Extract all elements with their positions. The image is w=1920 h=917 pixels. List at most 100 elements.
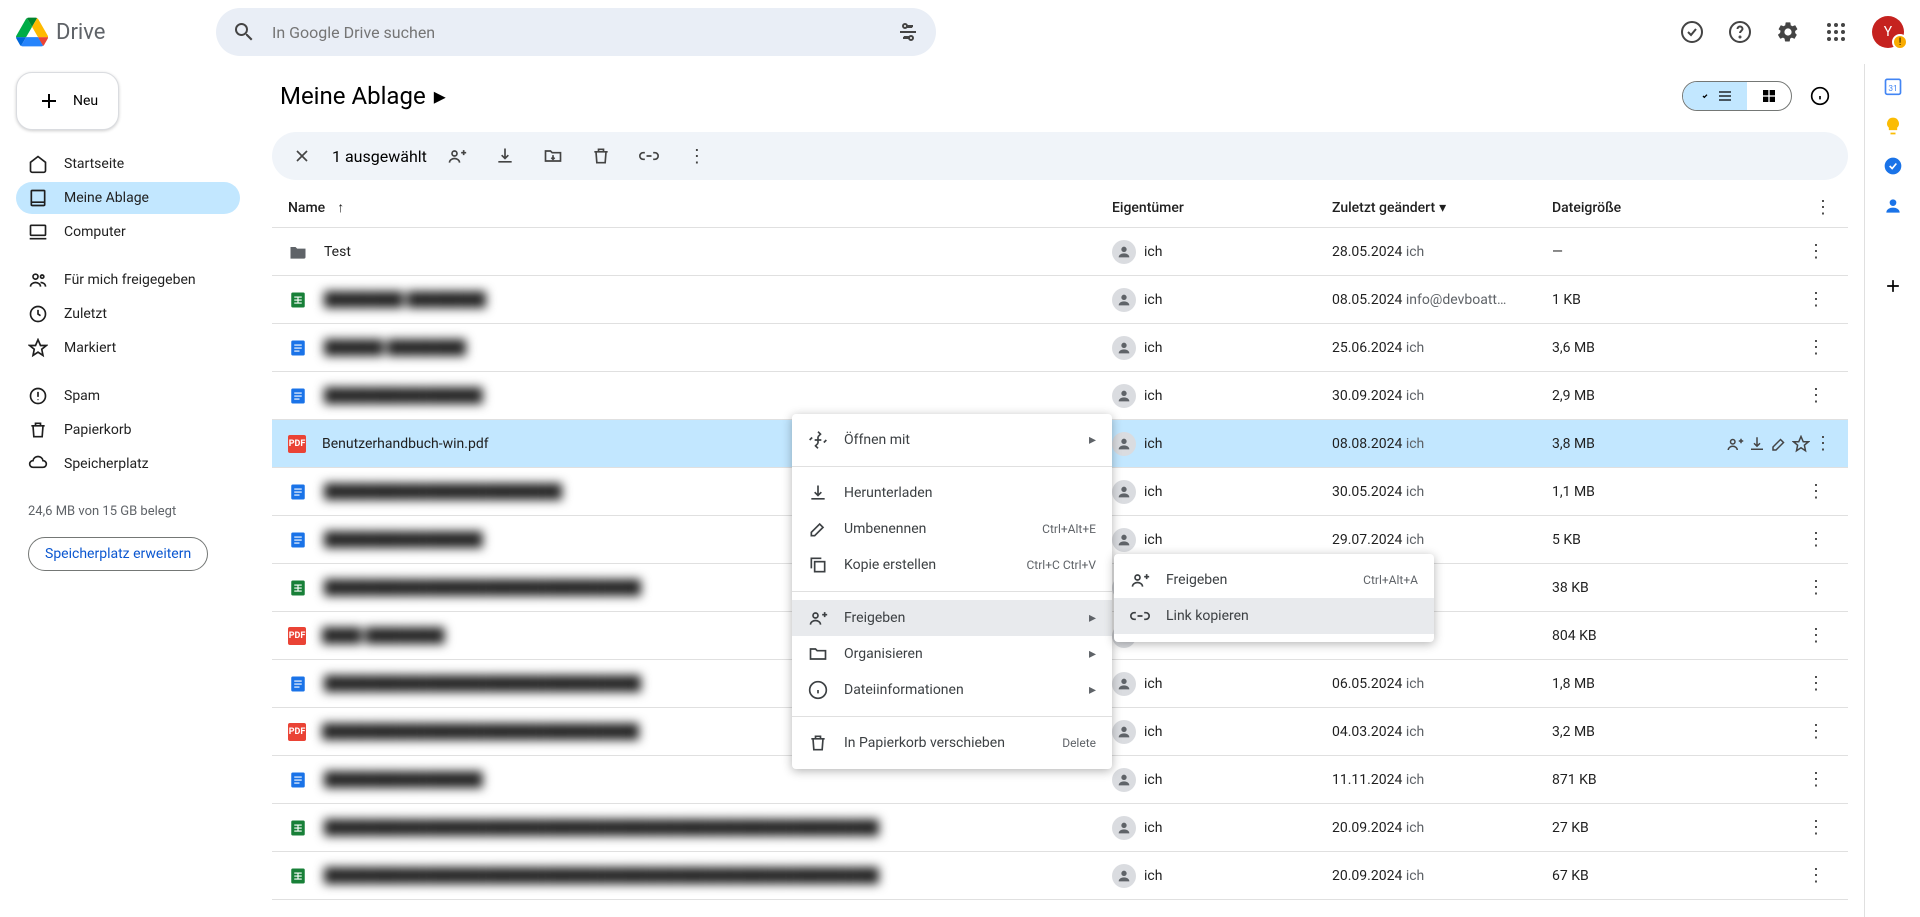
menu-download[interactable]: Herunterladen (792, 475, 1112, 511)
share-button[interactable] (1726, 435, 1744, 453)
table-row[interactable]: ████████████████ich30.09.2024 ich2,9 MB⋮ (272, 372, 1848, 420)
owner-label: ich (1144, 772, 1162, 788)
share-button[interactable] (439, 138, 475, 174)
file-name: Benutzerhandbuch-win.pdf (322, 436, 489, 452)
share-icon (1130, 570, 1150, 590)
more-button[interactable]: ⋮ (1800, 673, 1832, 694)
more-button[interactable]: ⋮ (1800, 385, 1832, 406)
sidebar-item-shared[interactable]: Für mich freigegeben (16, 264, 240, 296)
new-button[interactable]: Neu (16, 72, 119, 130)
sidebar-item-spam[interactable]: Spam (16, 380, 240, 412)
more-button[interactable]: ⋮ (1800, 337, 1832, 358)
menu-organize[interactable]: Organisieren▸ (792, 636, 1112, 672)
calendar-icon[interactable]: 31 (1883, 76, 1903, 96)
apps-icon[interactable] (1816, 12, 1856, 52)
help-icon[interactable] (1720, 12, 1760, 52)
context-menu: Öffnen mit▸ Herunterladen UmbenennenCtrl… (792, 414, 1112, 769)
details-button[interactable] (1800, 76, 1840, 116)
link-button[interactable] (631, 138, 667, 174)
owner-label: ich (1144, 292, 1162, 308)
search-bar[interactable] (216, 8, 936, 56)
col-name[interactable]: Name (288, 200, 325, 216)
sidebar-item-storage[interactable]: Speicherplatz (16, 448, 240, 480)
contacts-icon[interactable] (1883, 196, 1903, 216)
search-input[interactable] (264, 23, 888, 42)
menu-share[interactable]: Freigeben▸ (792, 600, 1112, 636)
owner-avatar (1112, 768, 1136, 792)
share-submenu: FreigebenCtrl+Alt+A Link kopieren (1114, 554, 1434, 642)
star-button[interactable] (1792, 435, 1810, 453)
more-button[interactable]: ⋮ (1800, 481, 1832, 502)
rename-button[interactable] (1770, 435, 1788, 453)
modified-cell: 30.05.2024 ich (1332, 484, 1552, 500)
more-button[interactable]: ⋮ (1800, 865, 1832, 886)
tasks-icon[interactable] (1883, 156, 1903, 176)
submenu-copylink[interactable]: Link kopieren (1114, 598, 1434, 634)
owner-avatar (1112, 720, 1136, 744)
selection-bar: 1 ausgewählt ⋮ (272, 132, 1848, 180)
home-icon (28, 154, 48, 174)
more-button[interactable]: ⋮ (1800, 289, 1832, 310)
delete-button[interactable] (583, 138, 619, 174)
submenu-share[interactable]: FreigebenCtrl+Alt+A (1114, 562, 1434, 598)
svg-text:31: 31 (1888, 84, 1897, 94)
table-row[interactable]: Testich28.05.2024 ich—⋮ (272, 228, 1848, 276)
col-modified[interactable]: Zuletzt geändert (1332, 200, 1435, 216)
dropdown-caret-icon[interactable]: ▾ (1439, 200, 1446, 216)
search-icon[interactable] (224, 12, 264, 52)
logo-area[interactable]: Drive (16, 16, 208, 48)
share-icon (808, 608, 828, 628)
account-avatar[interactable]: Y! (1872, 16, 1904, 48)
sidebar-item-mydrive[interactable]: Meine Ablage (16, 182, 240, 214)
size-cell: 2,9 MB (1552, 388, 1752, 404)
page-title[interactable]: Meine Ablage▸ (280, 82, 446, 110)
col-owner[interactable]: Eigentümer (1112, 200, 1332, 216)
more-button[interactable]: ⋮ (1800, 721, 1832, 742)
sidebar-item-computers[interactable]: Computer (16, 216, 240, 248)
menu-fileinfo[interactable]: Dateiinformationen▸ (792, 672, 1112, 708)
more-button[interactable]: ⋮ (679, 138, 715, 174)
owner-label: ich (1144, 340, 1162, 356)
clear-selection-button[interactable] (284, 138, 320, 174)
column-options-button[interactable]: ⋮ (1814, 197, 1832, 218)
menu-open-with[interactable]: Öffnen mit▸ (792, 422, 1112, 458)
add-addon-icon[interactable] (1883, 276, 1903, 296)
sheets-icon (288, 578, 308, 598)
more-button[interactable]: ⋮ (1800, 769, 1832, 790)
table-row[interactable]: ████████████████████████████████████████… (272, 852, 1848, 900)
table-row[interactable]: ████████ ████████ich08.05.2024 info@devb… (272, 276, 1848, 324)
menu-rename[interactable]: UmbenennenCtrl+Alt+E (792, 511, 1112, 547)
keep-icon[interactable] (1883, 116, 1903, 136)
download-button[interactable] (1748, 435, 1766, 453)
more-button[interactable]: ⋮ (1800, 529, 1832, 550)
sidebar-item-trash[interactable]: Papierkorb (16, 414, 240, 446)
expand-storage-button[interactable]: Speicherplatz erweitern (28, 537, 208, 571)
pdf-icon: PDF (288, 627, 306, 645)
table-row[interactable]: ████████████████████████████████████████… (272, 804, 1848, 852)
chevron-right-icon: ▸ (1089, 610, 1096, 626)
settings-icon[interactable] (1768, 12, 1808, 52)
rename-icon (808, 519, 828, 539)
file-name: ████████████████ (324, 771, 483, 788)
download-button[interactable] (487, 138, 523, 174)
menu-copy[interactable]: Kopie erstellenCtrl+C Ctrl+V (792, 547, 1112, 583)
view-list-button[interactable] (1683, 82, 1747, 110)
search-options-icon[interactable] (888, 12, 928, 52)
table-row[interactable]: ██████ ████████ich25.06.2024 ich3,6 MB⋮ (272, 324, 1848, 372)
sidebar-item-starred[interactable]: Markiert (16, 332, 240, 364)
more-button[interactable]: ⋮ (1814, 433, 1832, 454)
move-button[interactable] (535, 138, 571, 174)
more-button[interactable]: ⋮ (1800, 625, 1832, 646)
more-button[interactable]: ⋮ (1800, 241, 1832, 262)
ready-offline-icon[interactable] (1672, 12, 1712, 52)
size-cell: 3,2 MB (1552, 724, 1752, 740)
more-button[interactable]: ⋮ (1800, 817, 1832, 838)
menu-trash[interactable]: In Papierkorb verschiebenDelete (792, 725, 1112, 761)
size-cell: 5 KB (1552, 532, 1752, 548)
sidebar-item-home[interactable]: Startseite (16, 148, 240, 180)
sidebar-item-recent[interactable]: Zuletzt (16, 298, 240, 330)
view-grid-button[interactable] (1747, 82, 1791, 110)
col-size[interactable]: Dateigröße (1552, 200, 1752, 216)
more-button[interactable]: ⋮ (1800, 577, 1832, 598)
sort-asc-icon[interactable]: ↑ (337, 199, 344, 216)
